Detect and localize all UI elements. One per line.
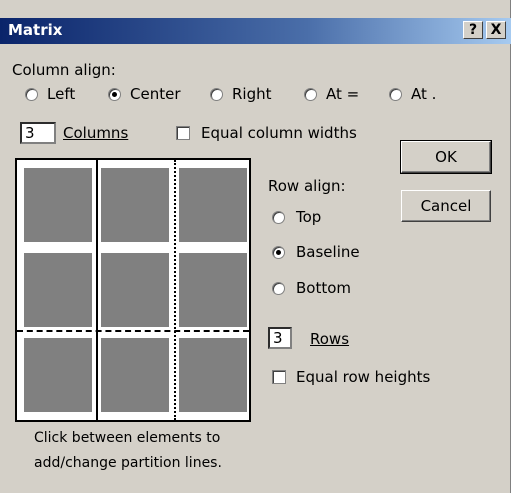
row-align-top-label[interactable]: Top	[296, 208, 321, 226]
column-align-at-equals-label[interactable]: At =	[326, 85, 359, 103]
row-align-baseline-radio[interactable]	[272, 246, 285, 259]
column-align-at-dot-label[interactable]: At .	[411, 85, 436, 103]
matrix-preview[interactable]	[15, 158, 251, 422]
matrix-cell	[24, 253, 92, 327]
help-button[interactable]: ?	[463, 21, 483, 39]
matrix-cell	[179, 338, 247, 412]
equal-column-widths-label[interactable]: Equal column widths	[201, 124, 357, 142]
row-align-baseline-label[interactable]: Baseline	[296, 243, 360, 261]
matrix-cell	[24, 338, 92, 412]
title-bar[interactable]: Matrix ? X	[0, 18, 511, 44]
matrix-cell	[101, 338, 169, 412]
matrix-cell	[101, 168, 169, 242]
columns-input[interactable]: 3	[20, 122, 56, 144]
matrix-cell	[179, 168, 247, 242]
column-align-at-dot-radio[interactable]	[389, 88, 402, 101]
matrix-dialog: Matrix ? X Column align: Left Center Rig…	[0, 0, 511, 493]
row-partition-dashed[interactable]	[17, 330, 249, 332]
matrix-cell	[24, 168, 92, 242]
row-align-label: Row align:	[268, 177, 346, 195]
column-align-right-radio[interactable]	[210, 88, 223, 101]
column-align-left-radio[interactable]	[25, 88, 38, 101]
rows-input[interactable]: 3	[268, 327, 292, 349]
row-align-bottom-label[interactable]: Bottom	[296, 279, 351, 297]
matrix-cell	[179, 253, 247, 327]
ok-button[interactable]: OK	[400, 140, 492, 174]
hint-line-1: Click between elements to	[34, 430, 221, 446]
equal-row-heights-label[interactable]: Equal row heights	[296, 368, 430, 386]
equal-row-heights-checkbox[interactable]	[272, 370, 286, 384]
cancel-button[interactable]: Cancel	[401, 190, 491, 222]
close-button[interactable]: X	[486, 21, 506, 39]
dialog-title: Matrix	[8, 21, 63, 39]
row-align-bottom-radio[interactable]	[272, 282, 285, 295]
matrix-cell	[101, 253, 169, 327]
row-align-top-radio[interactable]	[272, 211, 285, 224]
column-align-center-radio[interactable]	[108, 88, 121, 101]
column-partition-dotted[interactable]	[174, 160, 176, 420]
column-align-left-label[interactable]: Left	[47, 85, 75, 103]
equal-column-widths-checkbox[interactable]	[176, 126, 190, 140]
column-align-center-label[interactable]: Center	[130, 85, 181, 103]
column-align-right-label[interactable]: Right	[232, 85, 272, 103]
columns-label: Columns	[63, 124, 129, 142]
column-partition-solid[interactable]	[96, 160, 98, 420]
column-align-label: Column align:	[12, 61, 116, 79]
hint-line-2: add/change partition lines.	[34, 455, 222, 471]
rows-label: Rows	[310, 330, 350, 348]
column-align-at-equals-radio[interactable]	[304, 88, 317, 101]
